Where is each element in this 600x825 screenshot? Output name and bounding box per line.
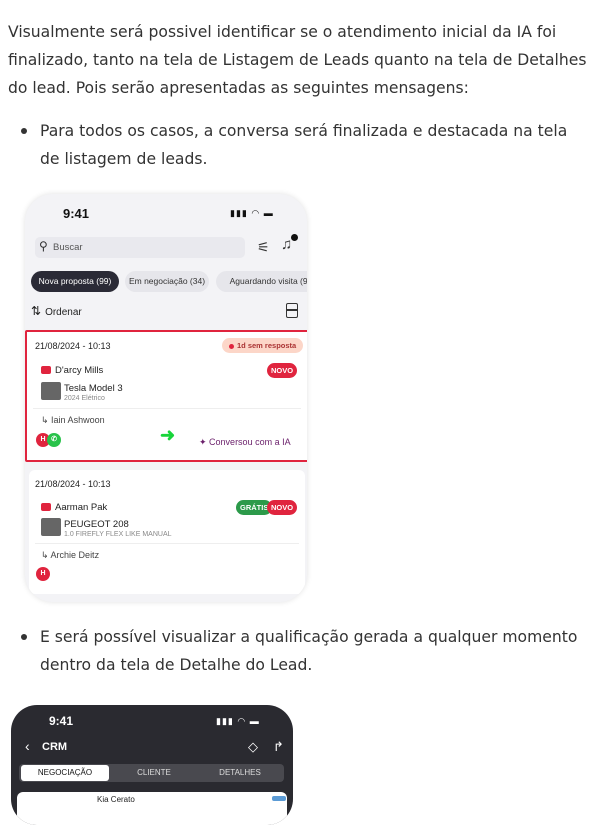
ia-conversation-label: ✦ Conversou com a IA: [199, 437, 291, 447]
tab-nova-proposta[interactable]: Nova proposta (99): [31, 271, 119, 292]
green-arrow-icon: ➜: [160, 425, 176, 445]
tab-negociacao[interactable]: NEGOCIAÇÃO: [21, 765, 109, 781]
lead-date: 21/08/2024 - 10:13: [35, 341, 111, 351]
seller-name: ↳ Archie Deitz: [41, 550, 100, 560]
lead-card[interactable]: 21/08/2024 - 10:13 Aarman Pak GRÁTIS NOV…: [29, 470, 305, 594]
lead-card-highlighted[interactable]: 21/08/2024 - 10:13 1d sem resposta D'arc…: [25, 330, 307, 462]
tab-em-negociacao[interactable]: Em negociação (34): [125, 271, 209, 292]
filter-icon[interactable]: ⚟: [257, 239, 270, 256]
status-icons: ▮▮▮ ◠ ▬: [230, 208, 274, 218]
car-model: PEUGEOT 208: [64, 519, 129, 530]
lead-name: D'arcy Mills: [41, 365, 103, 376]
vehicle-icon: [272, 796, 286, 801]
status-time: 9:41: [63, 206, 90, 221]
layout-toggle-icon[interactable]: [286, 303, 298, 318]
share-icon[interactable]: ↱: [273, 739, 284, 755]
novo-badge: NOVO: [267, 363, 298, 378]
car-model: Tesla Model 3: [64, 383, 123, 394]
novo-badge: NOVO: [267, 500, 298, 515]
lead-list-screenshot: 9:41 ▮▮▮ ◠ ▬ ⚲ Buscar ⚟ ♫ Nova proposta …: [25, 194, 307, 602]
avatar: H: [36, 567, 50, 581]
status-time: 9:41: [49, 714, 74, 728]
status-icons: ▮▮▮ ◠ ▬: [216, 716, 260, 726]
sort-label: Ordenar: [45, 307, 82, 318]
screen-title: CRM: [42, 741, 68, 753]
notification-dot: [291, 234, 298, 241]
tab-aguardando-visita[interactable]: Aguardando visita (99: [216, 271, 307, 292]
tag-icon[interactable]: ◇: [248, 739, 258, 755]
search-placeholder: Buscar: [53, 242, 83, 253]
lead-date: 21/08/2024 - 10:13: [35, 479, 111, 489]
car-detail: 1.0 FIREFLY FLEX LIKE MANUAL: [64, 531, 172, 538]
bullet-item-2: E será possível visualizar a qualificaçã…: [21, 623, 580, 679]
vehicle-card: Kia Cerato: [17, 792, 287, 825]
lead-icon: [41, 503, 51, 512]
search-input[interactable]: ⚲ Buscar: [35, 237, 245, 258]
detail-tabs: NEGOCIAÇÃO CLIENTE DETALHES: [19, 764, 284, 782]
back-icon[interactable]: ‹: [25, 738, 30, 754]
car-detail: 2024 Elétrico: [64, 395, 105, 402]
lead-name: Aarman Pak: [41, 502, 107, 513]
divider: [35, 543, 299, 544]
car-thumbnail: [41, 382, 61, 400]
seller-name: ↳ Iain Ashwoon: [41, 415, 105, 425]
sort-icon: ⇅: [31, 304, 42, 318]
divider: [33, 408, 301, 409]
tab-detalhes[interactable]: DETALHES: [199, 764, 281, 782]
lead-icon: [41, 366, 51, 375]
lead-detail-screenshot: 9:41 ▮▮▮ ◠ ▬ ‹ CRM ◇ ↱ NEGOCIAÇÃO CLIENT…: [11, 705, 293, 825]
whatsapp-icon: ✆: [47, 433, 61, 447]
bullet-item-1: Para todos os casos, a conversa será fin…: [21, 117, 580, 173]
intro-paragraph: Visualmente será possivel identificar se…: [8, 23, 587, 97]
car-thumbnail: [41, 518, 61, 536]
sort-button[interactable]: ⇅ Ordenar: [31, 304, 82, 318]
search-icon: ⚲: [39, 239, 48, 253]
tab-cliente[interactable]: CLIENTE: [114, 764, 194, 782]
no-response-badge: 1d sem resposta: [222, 338, 304, 353]
